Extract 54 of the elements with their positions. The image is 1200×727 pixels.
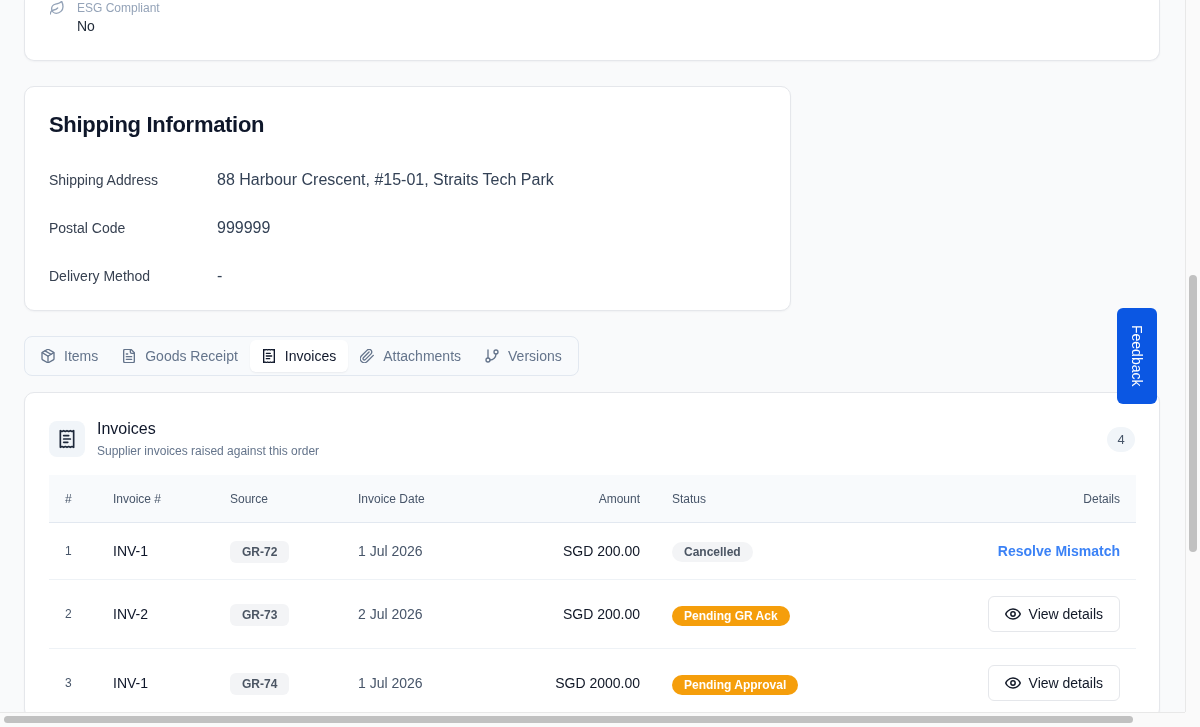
source-tag: GR-74 — [230, 673, 290, 696]
table-cell: 2 Jul 2026 — [342, 579, 499, 649]
table-cell: SGD 200.00 — [499, 579, 656, 649]
field-label: Delivery Method — [49, 267, 152, 286]
tab[interactable]: Attachments — [348, 340, 474, 372]
scrollbar-thumb[interactable] — [4, 716, 1133, 723]
status-badge: Pending GR Ack — [672, 605, 790, 626]
column-header: Details — [901, 475, 1136, 523]
field-label: Shipping Address — [49, 171, 159, 190]
details-link[interactable]: Resolve Mismatch — [997, 543, 1120, 560]
table-cell: 2 — [49, 579, 97, 649]
field-value: 999999 — [217, 218, 272, 238]
status-badge: Pending Approval — [672, 674, 799, 695]
receipt-icon — [261, 349, 276, 363]
tab[interactable]: Goods Receipt — [110, 340, 250, 372]
view-details-button[interactable]: View details — [987, 665, 1120, 702]
scrollbar-thumb[interactable] — [1189, 275, 1197, 552]
status-badge: Cancelled — [672, 542, 753, 563]
column-header: Source — [214, 475, 342, 523]
tab[interactable]: Invoices — [249, 340, 349, 372]
source-tag: GR-73 — [230, 604, 290, 627]
field-value: No — [77, 17, 96, 36]
receipt-icon — [49, 421, 85, 457]
feedback-button[interactable]: Feedback — [1117, 308, 1157, 404]
section-subtitle: Supplier invoices raised against this order — [97, 443, 320, 459]
field-label: Postal Code — [49, 219, 127, 238]
section-title: Invoices — [97, 419, 157, 439]
table-cell: SGD 200.00 — [499, 522, 656, 580]
paperclip-icon — [360, 349, 375, 363]
count-badge: 4 — [1107, 426, 1135, 452]
eye-icon — [1004, 675, 1021, 692]
column-header: Invoice # — [97, 475, 214, 523]
table-cell: INV-2 — [97, 579, 214, 649]
tab[interactable]: Items — [29, 340, 111, 372]
column-header: Amount — [499, 475, 656, 523]
column-header: Invoice Date — [342, 475, 499, 523]
eye-icon — [1004, 606, 1021, 623]
branch-icon — [485, 349, 500, 363]
field-value: - — [217, 266, 224, 286]
table-cell: 1 Jul 2026 — [342, 522, 499, 580]
column-header: Status — [656, 475, 901, 523]
table-cell: 1 — [49, 522, 97, 580]
source-tag: GR-72 — [230, 541, 290, 564]
vertical-scrollbar[interactable] — [1185, 0, 1200, 712]
card-title: Shipping Information — [49, 111, 266, 139]
field-value: 88 Harbour Crescent, #15-01, Straits Tech Park — [217, 170, 555, 190]
tab[interactable]: Versions — [473, 340, 574, 372]
cube-icon — [41, 349, 55, 363]
view-details-button[interactable]: View details — [987, 596, 1120, 633]
document-icon — [122, 349, 137, 363]
column-header: # — [49, 475, 97, 523]
field-label: ESG Compliant — [77, 0, 161, 16]
leaf-icon — [50, 1, 64, 15]
table-cell: INV-1 — [97, 522, 214, 580]
